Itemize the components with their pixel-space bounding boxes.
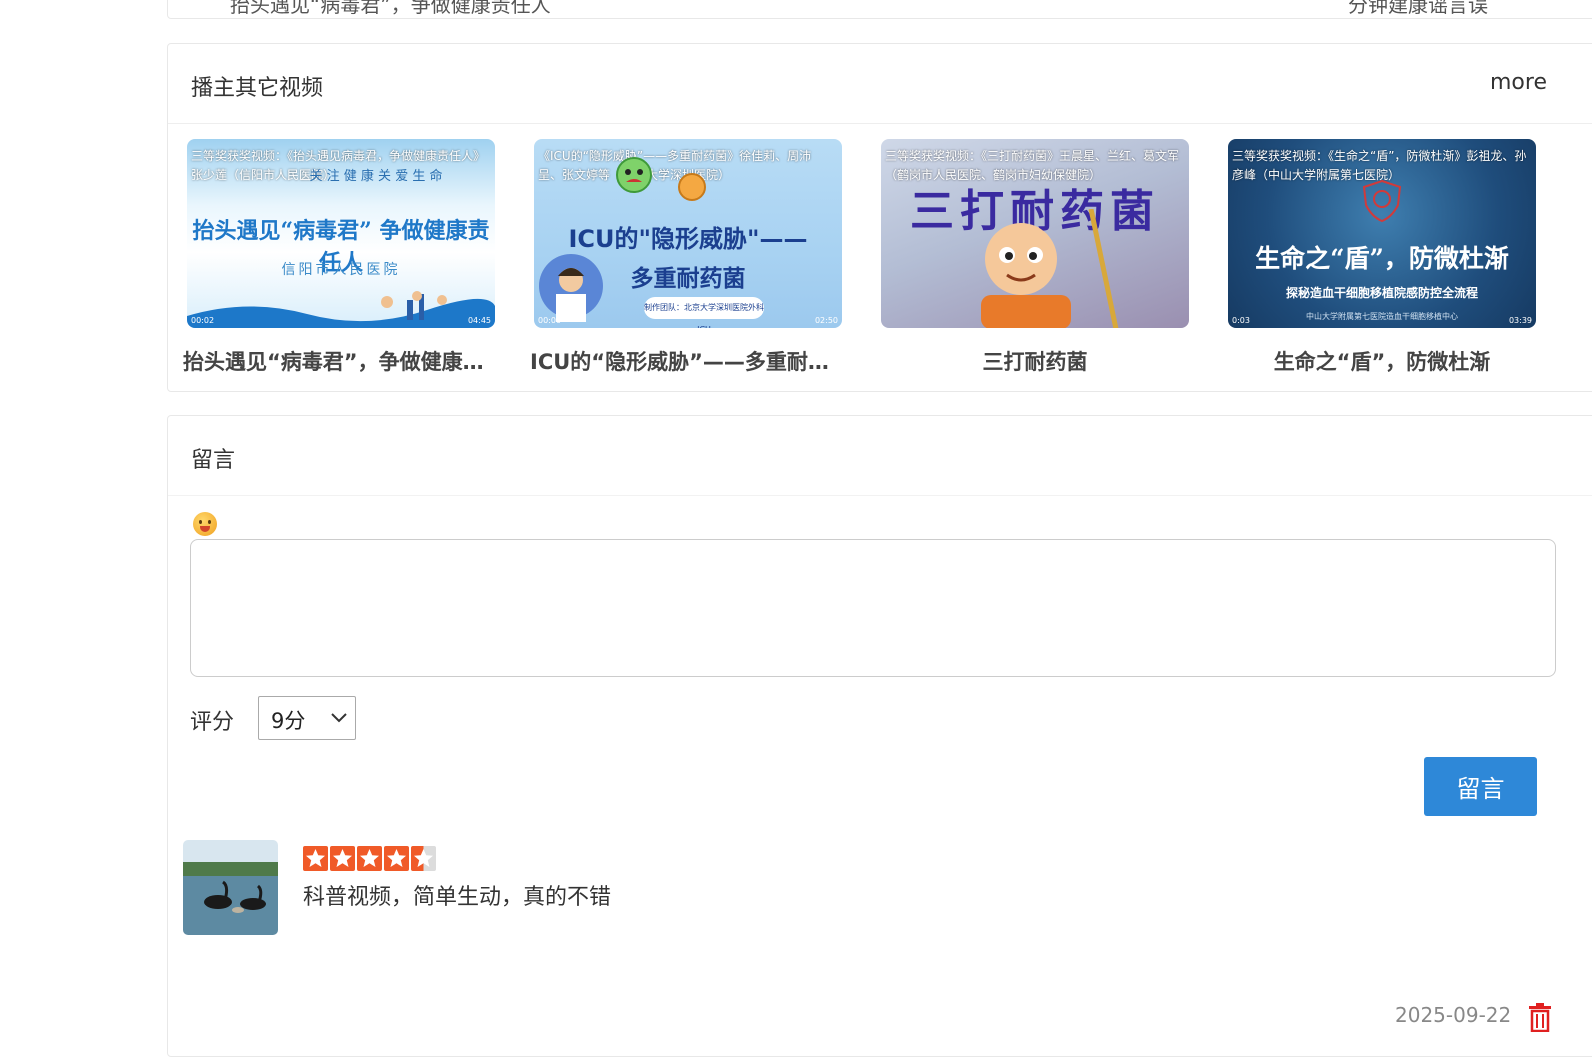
- thumbnail-slogan: 关 注 健 康 关 爱 生 命: [309, 169, 443, 184]
- doctor-illustration: [539, 254, 603, 322]
- rating-label: 评分: [190, 710, 235, 735]
- thumbnail-headline: 生命之“盾”，防微杜渐: [1255, 244, 1509, 273]
- video-duration: 04:45: [467, 316, 491, 325]
- shield-icon: [1362, 179, 1402, 223]
- video-title[interactable]: ICU的“隐形威胁”——多重耐药菌: [530, 346, 846, 376]
- submit-comment-button[interactable]: 留言: [1424, 757, 1537, 816]
- comment-text: 科普视频，简单生动，真的不错: [303, 885, 612, 910]
- previous-card: 抬头遇见“病毒君”，争做健康责任人 分钟建康谣言误: [167, 0, 1592, 19]
- video-duration: 02:50: [814, 316, 838, 325]
- thumbnail-credit: 制作团队：北京大学深圳医院外科ICU: [644, 297, 764, 328]
- more-link[interactable]: more: [1490, 70, 1547, 95]
- video-card[interactable]: 三等奖获奖视频：《三打耐药菌》王晨星、兰红、葛文军（鹤岗市人民医院、鹤岗市妇幼保…: [881, 139, 1189, 376]
- other-videos-section: 播主其它视频 more 三等奖获奖视频：《抬头遇见病毒君，争做健康责任人》张少莲…: [167, 43, 1592, 392]
- section-title: 留言: [191, 448, 236, 473]
- video-thumbnail[interactable]: 三等奖获奖视频：《生命之“盾”，防微杜渐》彭祖龙、孙彦峰（中山大学附属第七医院）…: [1228, 139, 1536, 328]
- rating-select-value: 9分: [271, 709, 306, 733]
- star-icon: [303, 846, 328, 871]
- video-time-start: 0:03: [1232, 316, 1250, 325]
- star-icon: [411, 846, 436, 871]
- video-card[interactable]: 《ICU的“隐形威胁”——多重耐药菌》徐佳莉、周沛呈、张文婷等（北京大学深圳医院…: [530, 139, 846, 376]
- video-card[interactable]: 三等奖获奖视频：《生命之“盾”，防微杜渐》彭祖龙、孙彦峰（中山大学附属第七医院）…: [1228, 139, 1536, 376]
- star-icon: [384, 846, 409, 871]
- section-title: 播主其它视频: [191, 76, 324, 101]
- avatar-swans-photo: [183, 840, 278, 935]
- section-header: 播主其它视频 more: [168, 44, 1592, 124]
- monkey-king-illustration: [981, 209, 1119, 328]
- video-duration: 03:39: [1508, 316, 1532, 325]
- previous-card-text: 抬头遇见“病毒君”，争做健康责任人: [230, 0, 551, 17]
- previous-card-right-text: 分钟建康谣言误: [1348, 0, 1488, 17]
- emoji-picker-icon[interactable]: [193, 512, 217, 536]
- video-time-start: 00:00: [538, 316, 562, 325]
- city-skyline-illustration: [187, 291, 495, 328]
- video-title[interactable]: 三打耐药菌: [877, 346, 1193, 376]
- thumbnail-subtitle: 信阳市人民医院: [281, 262, 401, 278]
- star-icon: [357, 846, 382, 871]
- chevron-down-icon: [331, 713, 347, 723]
- video-thumbnail[interactable]: 《ICU的“隐形威胁”——多重耐药菌》徐佳莉、周沛呈、张文婷等（北京大学深圳医院…: [534, 139, 842, 328]
- virus-icon: [616, 157, 652, 193]
- video-thumbnail[interactable]: 三等奖获奖视频：《抬头遇见病毒君，争做健康责任人》张少莲（信阳市人民医院） 关 …: [187, 139, 495, 328]
- video-title[interactable]: 生命之“盾”，防微杜渐: [1224, 346, 1540, 376]
- delete-icon[interactable]: [1525, 1002, 1555, 1032]
- section-header: 留言: [168, 416, 1592, 496]
- thumbnail-subtitle-2: 中山大学附属第七医院造血干细胞移植中心: [1306, 312, 1458, 321]
- bacteria-icon: [678, 173, 706, 201]
- comment-section: 留言 评分 9分 留言 科普视频，简单生动，真的不错 2025-09-22: [167, 415, 1592, 1057]
- video-title[interactable]: 抬头遇见“病毒君”，争做健康责任人: [183, 346, 499, 376]
- avatar[interactable]: [183, 840, 278, 935]
- thumbnail-subtitle: 探秘造血干细胞移植院感防控全流程: [1285, 286, 1478, 300]
- rating-select[interactable]: 9分: [258, 696, 356, 740]
- video-time-start: 00:02: [191, 316, 215, 325]
- video-thumbnail[interactable]: 三等奖获奖视频：《三打耐药菌》王晨星、兰红、葛文军（鹤岗市人民医院、鹤岗市妇幼保…: [881, 139, 1189, 328]
- comment-textarea[interactable]: [190, 539, 1556, 677]
- comment-date: 2025-09-22: [1395, 1003, 1512, 1027]
- star-icon: [330, 846, 355, 871]
- video-card[interactable]: 三等奖获奖视频：《抬头遇见病毒君，争做健康责任人》张少莲（信阳市人民医院） 关 …: [183, 139, 499, 376]
